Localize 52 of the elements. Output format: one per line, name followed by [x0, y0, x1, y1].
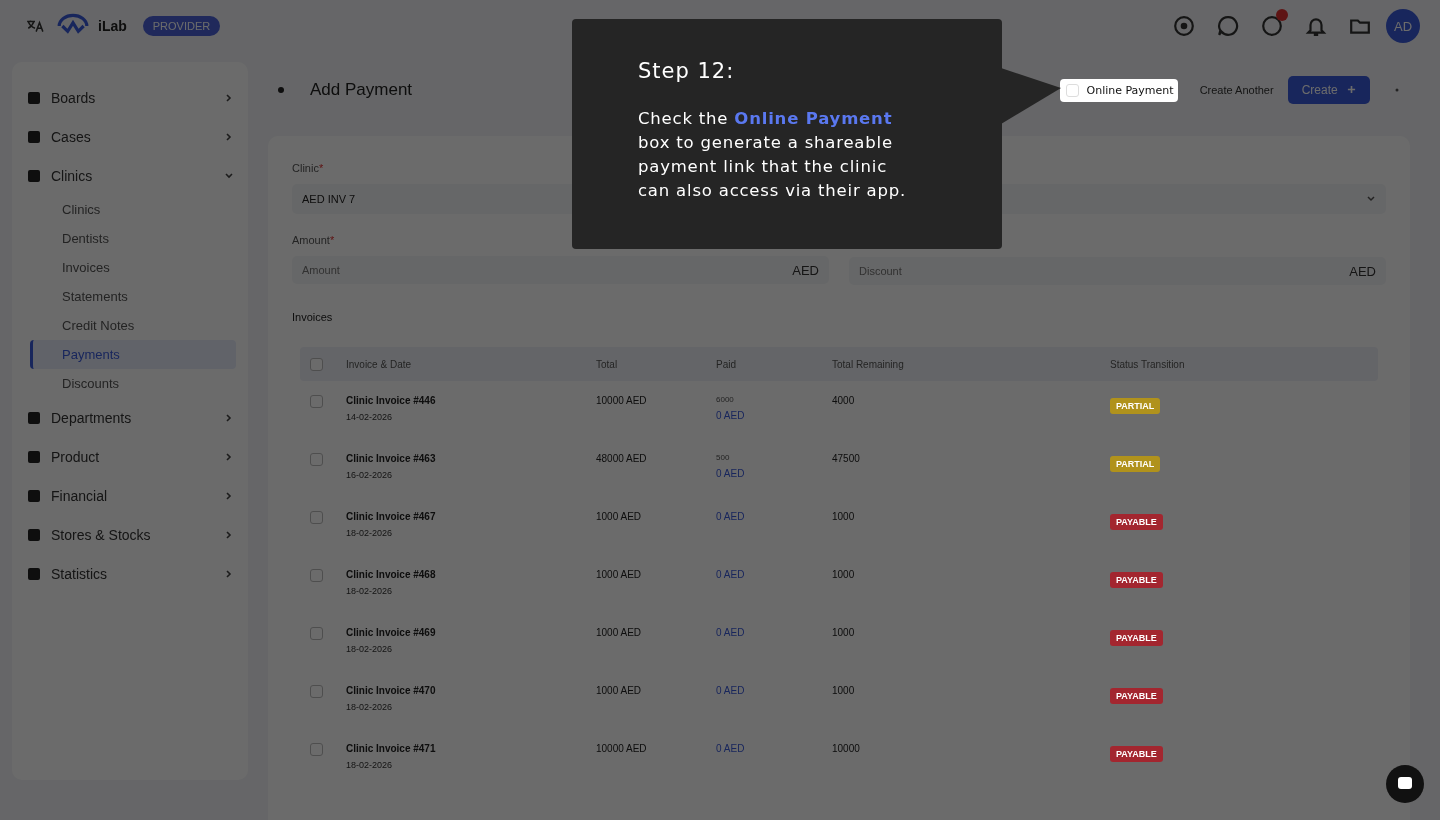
logo-text: iLab	[98, 18, 127, 34]
total-cell-text: 1000 AED	[596, 511, 643, 522]
status-tag: PARTIAL	[1110, 398, 1161, 414]
field-label: Amount*	[292, 234, 335, 246]
remaining-cell-text: 47500	[832, 453, 861, 464]
status-tag: PARTIAL	[1110, 456, 1161, 472]
page-title: Add Payment	[310, 80, 413, 100]
currency-suffix: AED	[1349, 264, 1376, 279]
remaining-cell-text: 1000	[832, 569, 856, 580]
invoice-name: Clinic Invoice #470	[346, 685, 437, 696]
field-label: Clinic*	[292, 162, 324, 174]
section-heading: Invoices	[292, 311, 334, 323]
invoice-date: 16-02-2026	[346, 470, 394, 480]
status-tag: PAYABLE	[1110, 572, 1163, 588]
invoice-date: 18-02-2026	[346, 644, 394, 654]
total-cell-text: 1000 AED	[596, 627, 643, 638]
paid-note: 6000	[716, 395, 735, 404]
remaining-cell-text: 10000	[832, 743, 861, 754]
column-header: Total	[596, 358, 619, 370]
plan-badge: PROVIDER	[142, 16, 221, 36]
invoice-date: 18-02-2026	[346, 702, 394, 712]
column-header: Invoice & Date	[346, 358, 413, 370]
total-cell-text: 10000 AED	[596, 743, 648, 754]
column-header: Paid	[716, 358, 737, 370]
invoice-name: Clinic Invoice #469	[346, 627, 437, 638]
column-header: Status Transition	[1110, 358, 1186, 370]
invoice-date: 14-02-2026	[346, 412, 394, 422]
invoice-date: 18-02-2026	[346, 760, 394, 770]
currency-suffix: AED	[792, 263, 819, 278]
step-title: Step 12:	[638, 59, 736, 83]
status-tag: PAYABLE	[1110, 514, 1163, 530]
invoice-name: Clinic Invoice #468	[346, 569, 437, 580]
column-header: Total Remaining	[832, 358, 905, 370]
remaining-cell-text: 4000	[832, 395, 856, 406]
invoice-date: 18-02-2026	[346, 528, 394, 538]
invoice-name: Clinic Invoice #446	[346, 395, 437, 406]
invoice-name: Clinic Invoice #471	[346, 743, 437, 754]
total-cell-text: 10000 AED	[596, 395, 648, 406]
total-cell-text: 48000 AED	[596, 453, 648, 464]
invoice-name: Clinic Invoice #463	[346, 453, 437, 464]
total-cell-text: 1000 AED	[596, 569, 643, 580]
remaining-cell-text: 1000	[832, 685, 856, 696]
invoice-name: Clinic Invoice #467	[346, 511, 437, 522]
remaining-cell-text: 1000	[832, 627, 856, 638]
invoice-date: 18-02-2026	[346, 586, 394, 596]
tour-text: Check the Online Payment box to generate a shareable payment link that the clinic can also access via their app.	[638, 108, 908, 202]
status-tag: PAYABLE	[1110, 746, 1163, 762]
total-cell-text: 1000 AED	[596, 685, 643, 696]
status-tag: PAYABLE	[1110, 688, 1163, 704]
status-tag: PAYABLE	[1110, 630, 1163, 646]
paid-note: 500	[716, 453, 731, 462]
remaining-cell-text: 1000	[832, 511, 856, 522]
